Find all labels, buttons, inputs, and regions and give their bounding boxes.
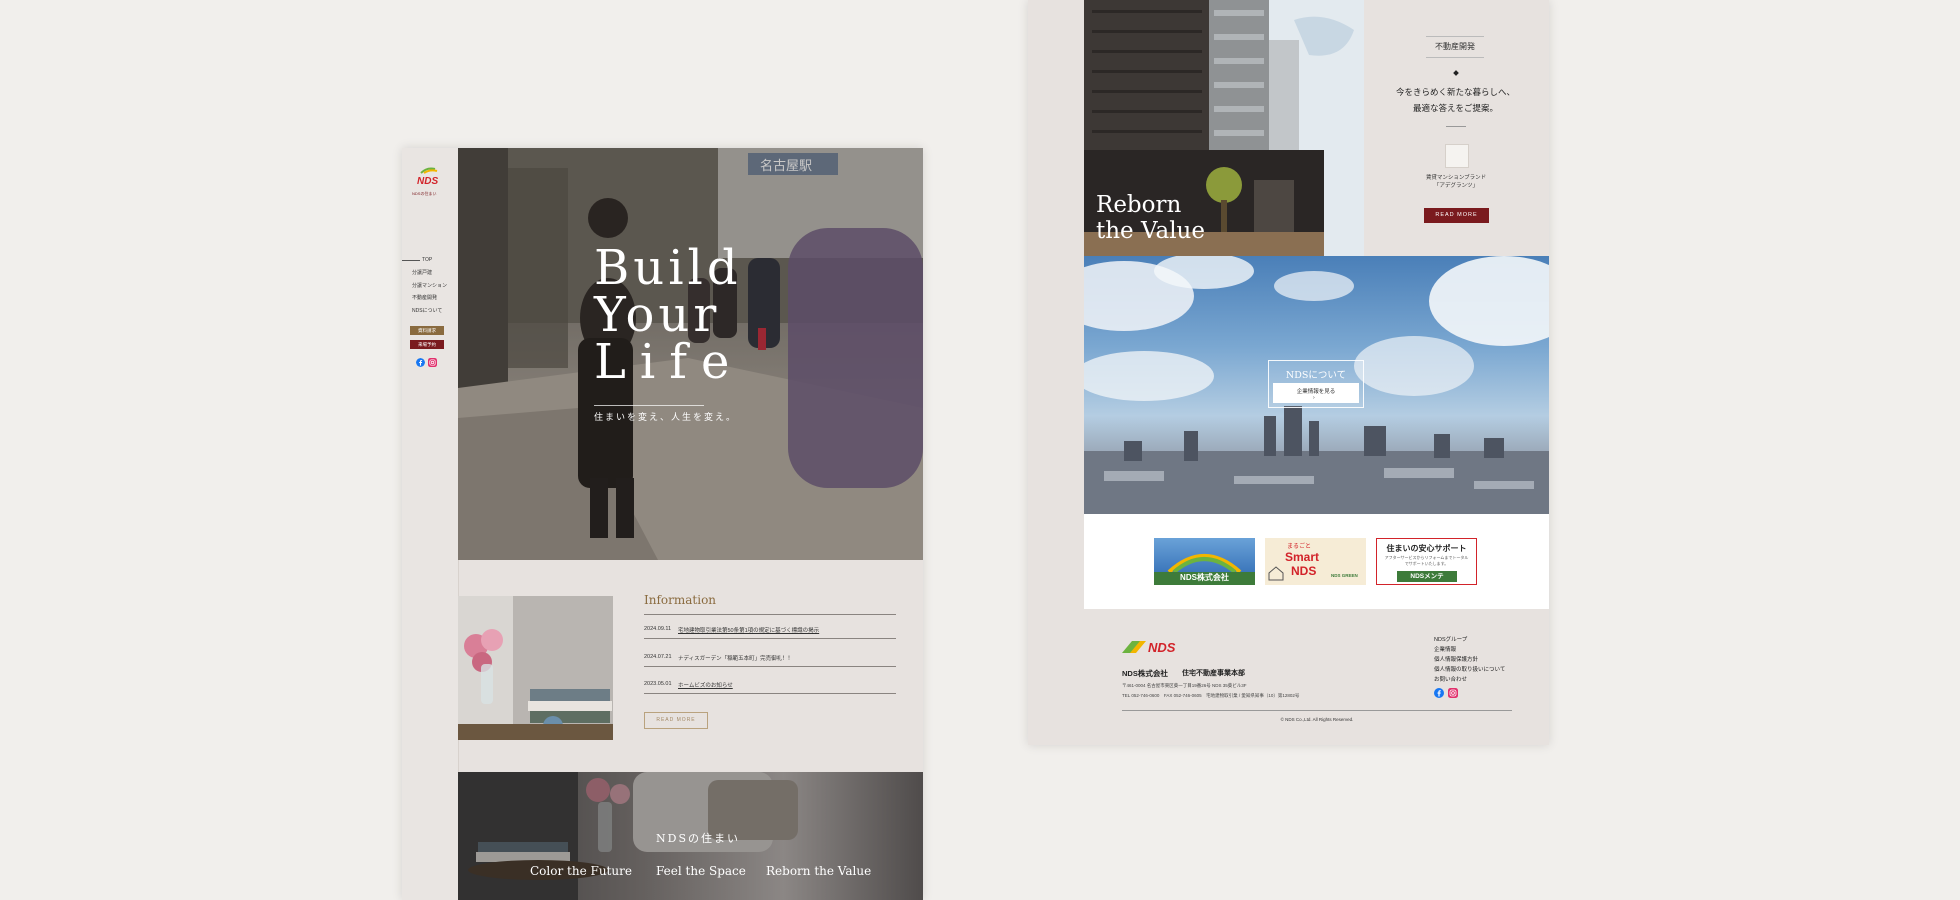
about-link-text: 企業情報を見る [1296, 389, 1336, 395]
footer-link-privacy-handling[interactable]: 個人情報の取り扱いについて [1434, 665, 1505, 673]
footer-division: 住宅不動産事業本部 [1182, 670, 1245, 677]
svg-text:NDS: NDS [1148, 640, 1176, 655]
building-caption-line-2: the Value [1096, 218, 1205, 244]
arrow-right-icon: › [1313, 395, 1315, 401]
nav-item-top[interactable]: TOP [422, 257, 432, 263]
info-date: 2024.09.11 [644, 626, 672, 632]
flower-books-illustration [458, 596, 613, 740]
info-title-link[interactable]: ナディスガーデン「稲範五本町」完売御礼！！ [678, 654, 793, 662]
nav-item-about[interactable]: NDSについて [412, 307, 442, 314]
small-divider [1446, 126, 1466, 127]
about-box[interactable]: NDSについて 企業情報を見る › [1268, 360, 1364, 408]
building-photo: Reborn the Value [1084, 0, 1364, 256]
smart-banner-small: NDS GREEN [1331, 573, 1358, 578]
info-top-divider [644, 614, 896, 615]
hero-title-line-1: Build [594, 240, 742, 296]
request-docs-button[interactable]: 資料請求 [410, 326, 444, 335]
hero-image: 名古屋駅 Build Your Life 住まいを変え、人生を変え。 [458, 148, 923, 560]
smart-banner-mid: Smart [1285, 550, 1320, 564]
instagram-icon[interactable] [428, 358, 437, 367]
reborn-the-value-link[interactable]: Reborn the Value [766, 864, 871, 878]
footer-link-contact[interactable]: お問い合わせ [1434, 675, 1467, 683]
city-sky-photo: NDSについて 企業情報を見る › [1084, 256, 1549, 514]
info-title-link[interactable]: 宅地建物取引業法第50条第1項の規定に基づく標識の掲示 [678, 626, 819, 634]
footer-logo-icon[interactable]: NDS [1122, 639, 1186, 655]
footer-link-company[interactable]: 企業情報 [1434, 645, 1456, 653]
logo-text: NDS [417, 176, 438, 186]
brand-logo-thumbnail [1445, 144, 1469, 168]
info-row[interactable]: 2024.09.11 宅地建物取引業法第50条第1項の規定に基づく標識の掲示 [644, 620, 896, 639]
mainte-banner-title: 住まいの安心サポート [1386, 544, 1467, 553]
nds-corporate-banner[interactable]: NDS株式会社 [1154, 538, 1255, 585]
sidebar: NDS NDSの住まい TOP 分譲戸建 分譲マンション 不動産開発 NDSにつ… [402, 148, 459, 900]
footer-address: 〒461-0004 名古屋市東区葵一丁目19番26号 NDS 35葵ビル3F [1122, 683, 1247, 688]
development-label: 不動産開発 [1426, 36, 1484, 58]
nds-mainte-banner[interactable]: 住まいの安心サポート アフターサービスからリフォームまでトータルでサポートいたし… [1376, 538, 1477, 585]
visit-reservation-button[interactable]: 来場予約 [410, 340, 444, 349]
info-date: 2024.07.21 [644, 654, 672, 660]
hero-tagline: 住まいを変え、人生を変え。 [594, 413, 738, 423]
smart-banner-top: まるごと [1287, 544, 1312, 550]
footer-link-privacy-policy[interactable]: 個人情報保護方針 [1434, 655, 1478, 663]
development-copy-line-1: 今をきらめく新たな暮らしへ、 [1395, 88, 1515, 98]
feel-the-space-link[interactable]: Feel the Space [656, 864, 746, 878]
info-title-link[interactable]: ホームビズのお知らせ [678, 681, 733, 689]
diamond-ornament [1453, 70, 1459, 76]
mainte-banner-sub: アフターサービスからリフォームまでトータルでサポートいたします。 [1384, 555, 1469, 566]
smart-nds-banner[interactable]: まるごと Smart NDS NDS GREEN [1265, 538, 1366, 585]
info-row[interactable]: 2023.05.01 ホームビズのお知らせ [644, 675, 896, 694]
nds-logo-icon[interactable]: NDS [415, 164, 445, 186]
brand-caption-line-2: 「アデグランツ」 [1433, 183, 1478, 189]
footer-divider [1122, 710, 1512, 711]
instagram-icon[interactable] [1448, 688, 1458, 698]
facebook-icon[interactable] [1434, 688, 1444, 698]
info-date: 2023.05.01 [644, 681, 672, 687]
info-row[interactable]: 2024.07.21 ナディスガーデン「稲範五本町」完売御礼！！ [644, 648, 896, 667]
hero-title-line-2: Your [594, 287, 721, 343]
nav-item-development[interactable]: 不動産開発 [412, 294, 437, 301]
building-caption-line-1: Reborn [1096, 192, 1182, 218]
footer-company: NDS株式会社 [1122, 669, 1168, 678]
development-read-more-button[interactable]: READ MORE [1424, 208, 1489, 223]
flower-books-photo [458, 596, 613, 740]
facebook-icon[interactable] [416, 358, 425, 367]
left-page-mockup: NDS NDSの住まい TOP 分譲戸建 分譲マンション 不動産開発 NDSにつ… [402, 148, 923, 900]
brand-caption-line-1: 賃貸マンションブランド [1425, 175, 1487, 181]
hero-title-line-3: Life [594, 334, 744, 390]
nav-active-line [402, 260, 420, 261]
about-link-panel[interactable]: 企業情報を見る › [1273, 383, 1359, 403]
house-icon [1268, 566, 1284, 581]
nav-item-mansion[interactable]: 分譲マンション [412, 282, 447, 289]
right-page-mockup: Reborn the Value 不動産開発 今をきらめく新たな暮らしへ、 最適… [1028, 0, 1549, 745]
color-the-future-link[interactable]: Color the Future [530, 864, 632, 878]
hero-divider [594, 405, 704, 406]
mainte-banner-logo: NDSメンテ [1397, 571, 1457, 582]
development-copy-line-2: 最適な答えをご提案。 [1412, 104, 1498, 114]
site-footer: NDS NDS株式会社 住宅不動産事業本部 〒461-0004 名古屋市東区葵一… [1084, 609, 1549, 745]
info-read-more-button[interactable]: READ MORE [644, 712, 708, 729]
footer-copyright: © NDS Co.,Ltd. All Rights Reserved. [1280, 717, 1354, 722]
footer-link-group[interactable]: NDSグループ [1434, 635, 1467, 643]
footer-tel: TEL 052-746-0600 FAX 052-746-0605 宅地建物取引… [1122, 693, 1300, 698]
logo-subtitle: NDSの住まい [412, 191, 437, 196]
banner-nds-corp-text: NDS株式会社 [1180, 573, 1229, 582]
partner-banners: NDS株式会社 まるごと Smart NDS NDS GREEN 住まいの安心サ… [1084, 514, 1549, 609]
info-heading: Information [644, 593, 717, 607]
nav-item-detached[interactable]: 分譲戸建 [412, 269, 432, 276]
nds-house-banner: NDSの住まい Color the Future Feel the Space … [458, 772, 923, 900]
smart-banner-bot: NDS [1291, 564, 1317, 578]
about-title: NDSについて [1285, 370, 1347, 381]
house-title: NDSの住まい [656, 832, 740, 845]
